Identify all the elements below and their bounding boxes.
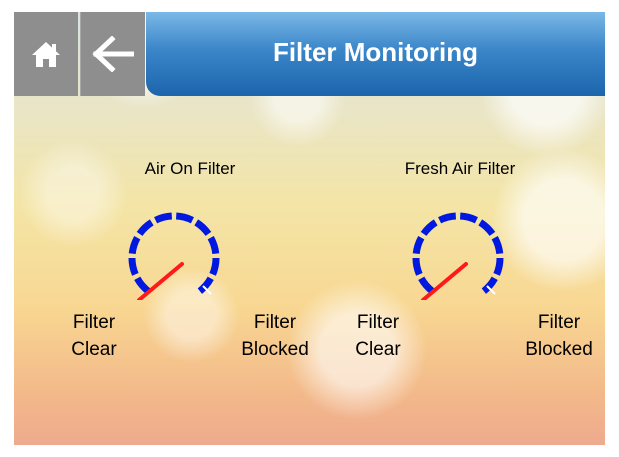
- gauge-scale-segment: [194, 219, 212, 237]
- gauge-min-line1: Filter: [356, 312, 400, 333]
- gauge-min-line1: Filter: [72, 312, 116, 333]
- home-icon: [32, 42, 60, 67]
- gauge-scale-segment: [493, 257, 504, 276]
- gauge-min-label: Filter Clear: [343, 309, 413, 363]
- gauge-max-line2: Blocked: [241, 339, 309, 360]
- gauge-scale-segment: [420, 219, 438, 237]
- gauge-scale-segment: [154, 212, 173, 224]
- gauge-max-line1: Filter: [537, 312, 581, 333]
- gauge-needle: [421, 262, 468, 300]
- gauge-needle: [137, 262, 184, 300]
- gauge-scale-segment: [175, 212, 194, 224]
- gauge-scale-segment: [418, 276, 435, 294]
- home-button[interactable]: [14, 12, 78, 96]
- gauge-max-label: Filter Blocked: [227, 309, 323, 363]
- gauge-air-on: [128, 212, 220, 300]
- gauge-min-line2: Clear: [71, 339, 117, 360]
- gauge-title-air-on: Air On Filter: [144, 159, 236, 178]
- gauge-scale: [128, 212, 220, 294]
- gauge-scale-segment: [459, 212, 478, 224]
- page-title: Filter Monitoring: [272, 36, 479, 67]
- gauge-scale-segment: [412, 257, 423, 276]
- gauge-min-line2: Clear: [355, 339, 401, 360]
- gauge-scale-segment: [134, 276, 151, 294]
- arrow-left-icon: [92, 36, 134, 72]
- gauge-max-line2: Blocked: [525, 339, 593, 360]
- title-bar: Filter Monitoring: [146, 12, 605, 96]
- gauge-scale-segment: [128, 235, 141, 255]
- gauge-min-label: Filter Clear: [59, 309, 129, 363]
- gauge-max-label: Filter Blocked: [511, 309, 605, 363]
- gauge-fresh-air: [412, 212, 504, 300]
- gauge-scale-segment: [491, 235, 504, 255]
- gauge-scale-segment: [128, 257, 139, 276]
- back-button[interactable]: [80, 12, 145, 96]
- gauge-title-fresh-air: Fresh Air Filter: [404, 159, 516, 178]
- screen: Filter Monitoring Air On Filter Filter Cl…: [14, 12, 605, 445]
- gauge-max-line1: Filter: [253, 312, 297, 333]
- gauge-scale-segment: [438, 212, 457, 224]
- gauge-scale-segment: [478, 219, 496, 237]
- gauge-scale-segment: [209, 257, 220, 276]
- gauge-scale-segment: [412, 235, 425, 255]
- gauge-scale: [412, 212, 504, 294]
- gauge-scale-segment: [136, 219, 154, 237]
- gauge-scale-segment: [207, 235, 220, 255]
